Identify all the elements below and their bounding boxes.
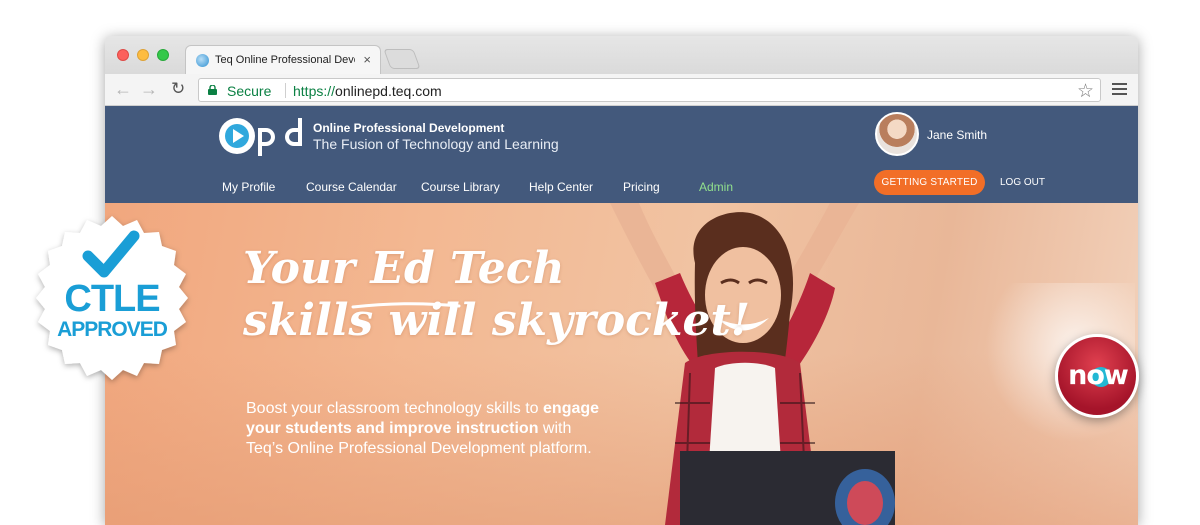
address-bar[interactable]: Secure https://onlinepd.teq.com ☆ bbox=[198, 78, 1101, 102]
now-badge[interactable]: now bbox=[1055, 334, 1139, 418]
tagline-subtitle: The Fusion of Technology and Learning bbox=[313, 136, 559, 152]
back-arrow-icon[interactable]: ← bbox=[114, 79, 132, 99]
ctle-approved-badge: CTLE APPROVED bbox=[22, 208, 202, 388]
favicon-icon bbox=[196, 54, 209, 67]
nav-pricing[interactable]: Pricing bbox=[623, 180, 660, 194]
menu-icon[interactable] bbox=[1112, 83, 1127, 98]
secure-label: Secure bbox=[227, 83, 272, 99]
headline-line-1: Your Ed Tech bbox=[243, 243, 565, 294]
url-scheme: https:// bbox=[293, 83, 336, 99]
new-tab-button[interactable] bbox=[383, 49, 421, 69]
hero-description: Boost your classroom technology skills t… bbox=[246, 399, 606, 459]
nav-admin[interactable]: Admin bbox=[699, 180, 733, 194]
minimize-window-button[interactable] bbox=[137, 49, 149, 61]
nav-course-calendar[interactable]: Course Calendar bbox=[306, 180, 397, 194]
close-window-button[interactable] bbox=[117, 49, 129, 61]
nav-course-library[interactable]: Course Library bbox=[421, 180, 500, 194]
forward-arrow-icon[interactable]: → bbox=[140, 79, 158, 99]
reload-icon[interactable]: ↻ bbox=[171, 79, 185, 99]
opd-logo[interactable] bbox=[218, 112, 310, 160]
nav-my-profile[interactable]: My Profile bbox=[222, 180, 275, 194]
page: Teq Online Professional Develo × ← → ↻ S… bbox=[0, 0, 1200, 525]
bookmark-star-icon[interactable]: ☆ bbox=[1077, 80, 1094, 103]
browser-tab[interactable]: Teq Online Professional Develo × bbox=[185, 45, 381, 75]
tagline-title: Online Professional Development bbox=[313, 121, 505, 135]
ctle-label: CTLE bbox=[64, 278, 160, 320]
lock-icon bbox=[208, 85, 217, 95]
avatar[interactable] bbox=[875, 112, 919, 156]
maximize-window-button[interactable] bbox=[157, 49, 169, 61]
headline-underline bbox=[351, 302, 461, 309]
url-text[interactable]: https://onlinepd.teq.com bbox=[293, 83, 442, 99]
browser-window: Teq Online Professional Develo × ← → ↻ S… bbox=[105, 36, 1138, 525]
close-tab-icon[interactable]: × bbox=[363, 52, 371, 67]
tab-strip: Teq Online Professional Develo × bbox=[105, 36, 1138, 75]
website: Your Ed Tech skills will skyrocket! Boos… bbox=[105, 106, 1138, 525]
site-header: Online Professional Development The Fusi… bbox=[105, 106, 1138, 203]
nav-help-center[interactable]: Help Center bbox=[529, 180, 593, 194]
logout-link[interactable]: LOG OUT bbox=[1000, 177, 1045, 188]
approved-label: APPROVED bbox=[57, 318, 168, 341]
hero-headline: Your Ed Tech skills will skyrocket! bbox=[243, 243, 750, 347]
url-host: onlinepd.teq.com bbox=[335, 83, 442, 99]
hero-section: Your Ed Tech skills will skyrocket! Boos… bbox=[105, 203, 1138, 525]
browser-toolbar: ← → ↻ Secure https://onlinepd.teq.com ☆ bbox=[105, 74, 1138, 106]
getting-started-button[interactable]: GETTING STARTED bbox=[874, 170, 985, 195]
tab-title: Teq Online Professional Develo bbox=[215, 54, 355, 66]
address-divider bbox=[285, 83, 286, 98]
now-label: now bbox=[1068, 360, 1129, 391]
hero-body-text-1: Boost your classroom technology skills t… bbox=[246, 400, 544, 417]
user-name[interactable]: Jane Smith bbox=[927, 128, 987, 142]
